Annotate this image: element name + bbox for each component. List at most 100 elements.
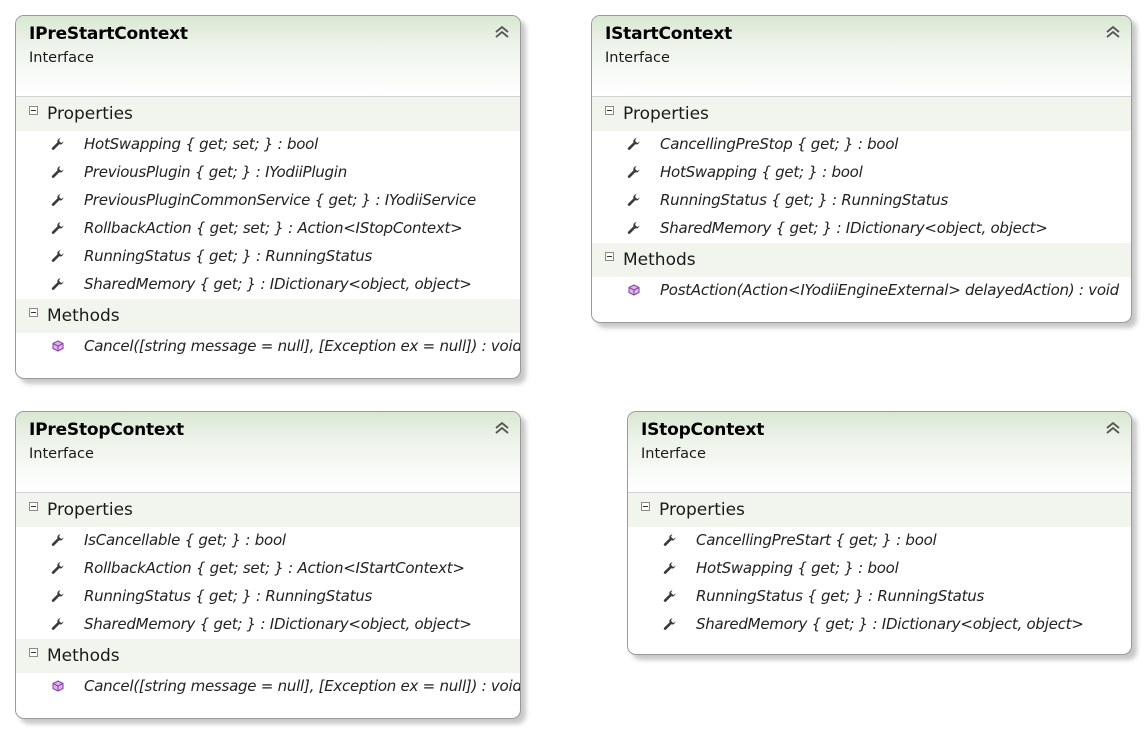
collapse-section-icon[interactable] <box>641 502 650 511</box>
class-name: IStartContext <box>605 24 733 44</box>
property-text: SharedMemory { get; } : IDictionary<obje… <box>84 615 472 633</box>
property-text: HotSwapping { get; set; } : bool <box>84 135 319 153</box>
method-cube-icon <box>52 680 64 692</box>
property-item[interactable]: CancellingPreStop { get; } : bool <box>592 131 1131 159</box>
property-item[interactable]: RunningStatus { get; } : RunningStatus <box>16 583 520 611</box>
section-label: Methods <box>47 306 120 326</box>
property-item[interactable]: RunningStatus { get; } : RunningStatus <box>592 187 1131 215</box>
property-text: PreviousPluginCommonService { get; } : I… <box>84 191 476 209</box>
property-text: HotSwapping { get; } : bool <box>696 559 899 577</box>
collapse-chevron-icon[interactable] <box>494 24 510 40</box>
class-box-istopcontext[interactable]: IStopContext Interface Properties Cancel… <box>627 411 1132 655</box>
section-label: Methods <box>47 646 120 666</box>
section-label: Properties <box>623 104 709 124</box>
section-methods[interactable]: Methods <box>16 639 520 673</box>
class-kind: Interface <box>29 50 94 66</box>
wrench-icon <box>627 166 640 178</box>
method-item[interactable]: PostAction(Action<IYodiiEngineExternal> … <box>592 277 1131 305</box>
class-kind: Interface <box>29 446 94 462</box>
section-methods[interactable]: Methods <box>16 299 520 333</box>
method-text: Cancel([string message = null], [Excepti… <box>84 337 521 355</box>
property-text: PreviousPlugin { get; } : IYodiiPlugin <box>84 163 347 181</box>
collapse-section-icon[interactable] <box>29 106 38 115</box>
property-text: IsCancellable { get; } : bool <box>84 531 286 549</box>
class-box-iprestopcontext[interactable]: IPreStopContext Interface Properties IsC… <box>15 411 521 719</box>
property-text: RunningStatus { get; } : RunningStatus <box>660 191 949 209</box>
class-box-header: IStartContext Interface <box>592 16 1131 97</box>
method-item[interactable]: Cancel([string message = null], [Excepti… <box>16 673 520 701</box>
section-label: Properties <box>659 500 745 520</box>
property-text: RunningStatus { get; } : RunningStatus <box>84 247 373 265</box>
class-box-iprestartcontext[interactable]: IPreStartContext Interface Properties Ho… <box>15 15 521 379</box>
property-text: SharedMemory { get; } : IDictionary<obje… <box>84 275 472 293</box>
property-text: SharedMemory { get; } : IDictionary<obje… <box>660 219 1048 237</box>
section-label: Properties <box>47 500 133 520</box>
collapse-section-icon[interactable] <box>605 106 614 115</box>
wrench-icon <box>51 534 64 546</box>
class-box-header: IPreStopContext Interface <box>16 412 520 493</box>
property-item[interactable]: HotSwapping { get; } : bool <box>592 159 1131 187</box>
class-name: IStopContext <box>641 420 765 440</box>
method-cube-icon <box>628 284 640 296</box>
class-name: IPreStopContext <box>29 420 184 440</box>
wrench-icon <box>663 534 676 546</box>
property-text: RollbackAction { get; set; } : Action<IS… <box>84 559 465 577</box>
section-properties[interactable]: Properties <box>628 493 1131 527</box>
method-cube-icon <box>52 340 64 352</box>
method-text: Cancel([string message = null], [Excepti… <box>84 677 521 695</box>
property-item[interactable]: CancellingPreStart { get; } : bool <box>628 527 1131 555</box>
wrench-icon <box>51 562 64 574</box>
property-item[interactable]: PreviousPlugin { get; } : IYodiiPlugin <box>16 159 520 187</box>
property-item[interactable]: RunningStatus { get; } : RunningStatus <box>16 243 520 271</box>
property-item[interactable]: RunningStatus { get; } : RunningStatus <box>628 583 1131 611</box>
wrench-icon <box>51 250 64 262</box>
wrench-icon <box>627 222 640 234</box>
collapse-chevron-icon[interactable] <box>494 420 510 436</box>
section-properties[interactable]: Properties <box>592 97 1131 131</box>
property-item[interactable]: SharedMemory { get; } : IDictionary<obje… <box>16 611 520 639</box>
property-item[interactable]: SharedMemory { get; } : IDictionary<obje… <box>16 271 520 299</box>
property-item[interactable]: IsCancellable { get; } : bool <box>16 527 520 555</box>
collapse-section-icon[interactable] <box>29 308 38 317</box>
method-text: PostAction(Action<IYodiiEngineExternal> … <box>660 281 1119 299</box>
class-box-header: IStopContext Interface <box>628 412 1131 493</box>
wrench-icon <box>51 278 64 290</box>
class-box-header: IPreStartContext Interface <box>16 16 520 97</box>
property-text: RunningStatus { get; } : RunningStatus <box>84 587 373 605</box>
class-box-istartcontext[interactable]: IStartContext Interface Properties Cance… <box>591 15 1132 323</box>
section-label: Methods <box>623 250 696 270</box>
property-item[interactable]: HotSwapping { get; } : bool <box>628 555 1131 583</box>
collapse-chevron-icon[interactable] <box>1105 24 1121 40</box>
property-text: SharedMemory { get; } : IDictionary<obje… <box>696 615 1084 633</box>
wrench-icon <box>663 562 676 574</box>
wrench-icon <box>51 138 64 150</box>
property-item[interactable]: RollbackAction { get; set; } : Action<IS… <box>16 555 520 583</box>
wrench-icon <box>51 590 64 602</box>
collapse-section-icon[interactable] <box>29 648 38 657</box>
class-kind: Interface <box>641 446 706 462</box>
property-item[interactable]: SharedMemory { get; } : IDictionary<obje… <box>628 611 1131 639</box>
property-text: HotSwapping { get; } : bool <box>660 163 863 181</box>
wrench-icon <box>51 222 64 234</box>
section-label: Properties <box>47 104 133 124</box>
section-properties[interactable]: Properties <box>16 493 520 527</box>
property-item[interactable]: RollbackAction { get; set; } : Action<IS… <box>16 215 520 243</box>
section-methods[interactable]: Methods <box>592 243 1131 277</box>
property-item[interactable]: PreviousPluginCommonService { get; } : I… <box>16 187 520 215</box>
collapse-section-icon[interactable] <box>29 502 38 511</box>
method-item[interactable]: Cancel([string message = null], [Excepti… <box>16 333 520 361</box>
property-item[interactable]: HotSwapping { get; set; } : bool <box>16 131 520 159</box>
wrench-icon <box>663 590 676 602</box>
property-text: CancellingPreStart { get; } : bool <box>696 531 937 549</box>
property-text: RunningStatus { get; } : RunningStatus <box>696 587 985 605</box>
wrench-icon <box>663 618 676 630</box>
section-properties[interactable]: Properties <box>16 97 520 131</box>
collapse-chevron-icon[interactable] <box>1105 420 1121 436</box>
wrench-icon <box>627 194 640 206</box>
class-kind: Interface <box>605 50 670 66</box>
collapse-section-icon[interactable] <box>605 252 614 261</box>
property-item[interactable]: SharedMemory { get; } : IDictionary<obje… <box>592 215 1131 243</box>
wrench-icon <box>51 194 64 206</box>
class-name: IPreStartContext <box>29 24 188 44</box>
property-text: CancellingPreStop { get; } : bool <box>660 135 899 153</box>
